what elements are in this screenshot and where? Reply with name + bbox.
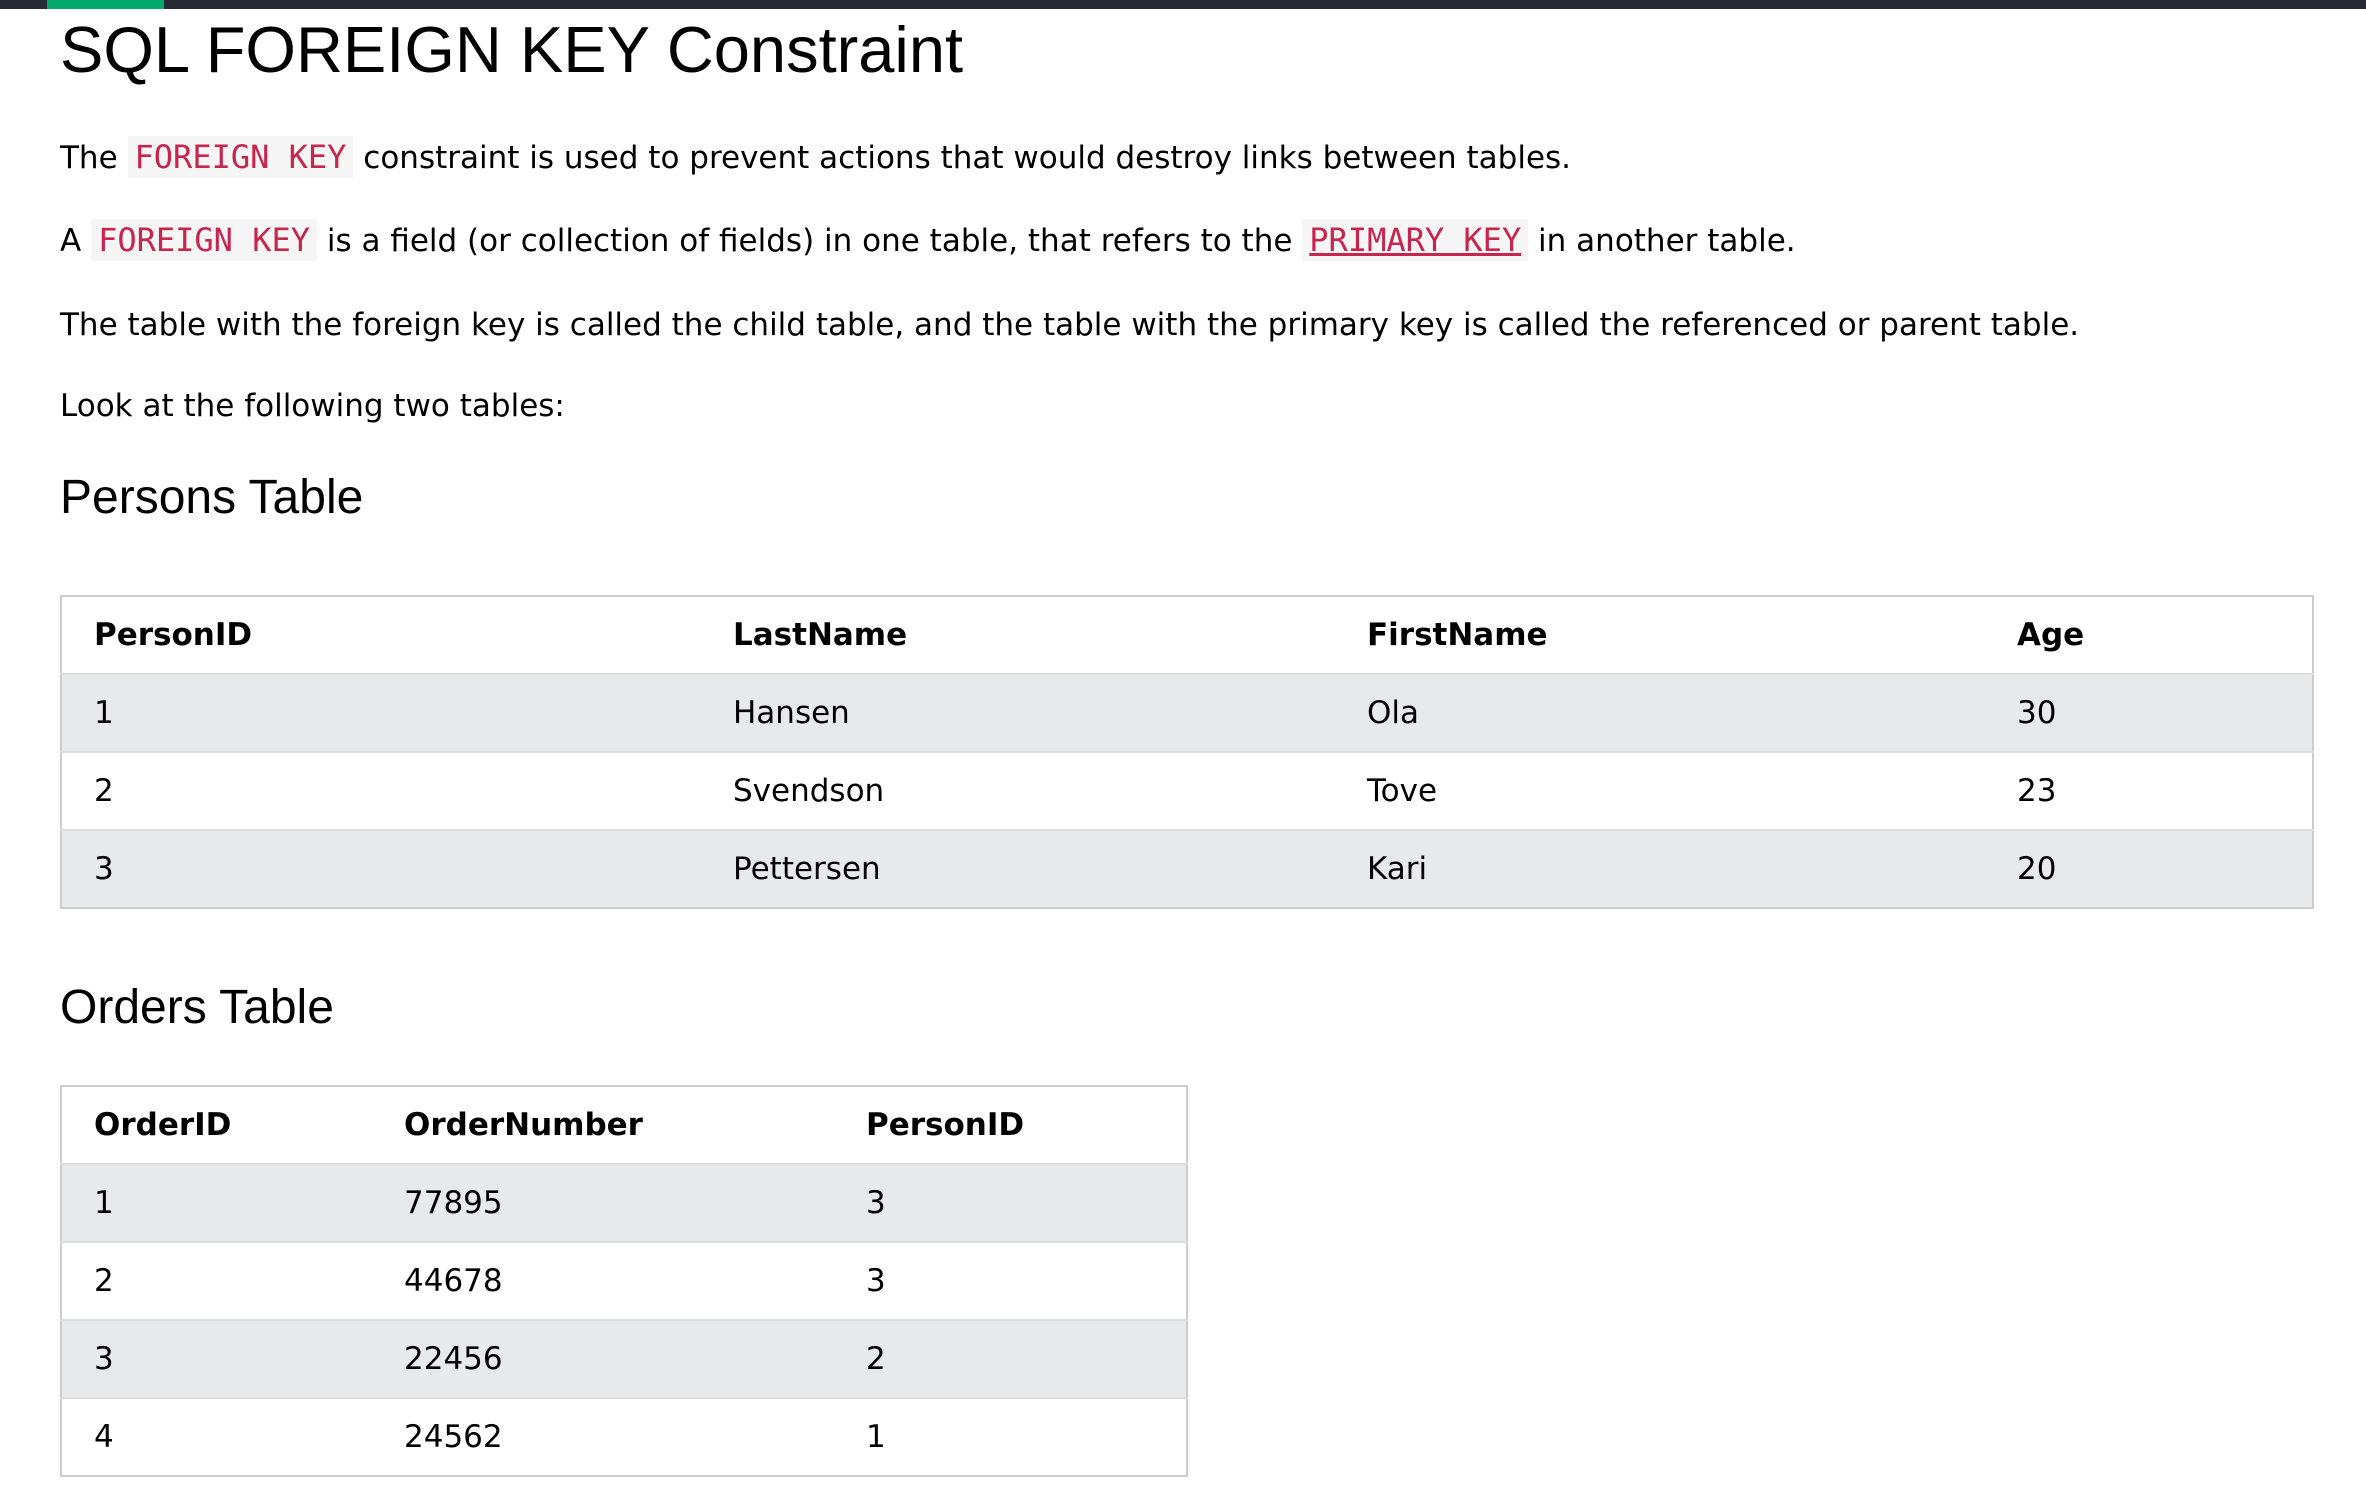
- table-cell: 3: [61, 830, 701, 908]
- table-cell: Svendson: [701, 752, 1335, 831]
- table-cell: 2: [61, 752, 701, 831]
- table-row: 4 24562 1: [61, 1398, 1187, 1476]
- table-cell: 3: [61, 1320, 372, 1399]
- table-cell: 22456: [372, 1320, 834, 1399]
- persons-table-heading: Persons Table: [60, 471, 364, 524]
- column-header: PersonID: [834, 1086, 1187, 1165]
- table-cell: 24562: [372, 1398, 834, 1476]
- table-cell: Kari: [1335, 830, 1985, 908]
- table-cell: Pettersen: [701, 830, 1335, 908]
- primary-key-link[interactable]: PRIMARY KEY: [1302, 219, 1529, 261]
- table-row: 1 77895 3: [61, 1164, 1187, 1243]
- intro-paragraph-2: A FOREIGN KEY is a field (or collection …: [60, 219, 1796, 261]
- column-header: LastName: [701, 596, 1335, 675]
- table-header-row: OrderID OrderNumber PersonID: [61, 1086, 1187, 1165]
- intro-paragraph-3: The table with the foreign key is called…: [60, 307, 2080, 343]
- table-cell: 23: [1985, 752, 2313, 831]
- active-nav-indicator: [47, 0, 164, 9]
- table-cell: 77895: [372, 1164, 834, 1243]
- column-header: OrderID: [61, 1086, 372, 1165]
- column-header: PersonID: [61, 596, 701, 675]
- column-header: Age: [1985, 596, 2313, 675]
- table-cell: 30: [1985, 674, 2313, 753]
- table-cell: 4: [61, 1398, 372, 1476]
- top-navigation-bar: [0, 0, 2366, 9]
- table-cell: Ola: [1335, 674, 1985, 753]
- column-header: OrderNumber: [372, 1086, 834, 1165]
- table-cell: Tove: [1335, 752, 1985, 831]
- table-cell: 3: [834, 1242, 1187, 1321]
- table-cell: 3: [834, 1164, 1187, 1243]
- table-row: 2 Svendson Tove 23: [61, 752, 2313, 831]
- table-cell: 1: [61, 1164, 372, 1243]
- orders-table: OrderID OrderNumber PersonID 1 77895 3 2…: [60, 1085, 1188, 1477]
- table-cell: 44678: [372, 1242, 834, 1321]
- table-cell: Hansen: [701, 674, 1335, 753]
- table-cell: 1: [61, 674, 701, 753]
- table-header-row: PersonID LastName FirstName Age: [61, 596, 2313, 675]
- intro-paragraph-1: The FOREIGN KEY constraint is used to pr…: [60, 136, 1572, 178]
- table-row: 3 22456 2: [61, 1320, 1187, 1399]
- table-cell: 1: [834, 1398, 1187, 1476]
- table-cell: 2: [61, 1242, 372, 1321]
- foreign-key-code: FOREIGN KEY: [127, 136, 354, 178]
- intro-paragraph-4: Look at the following two tables:: [60, 388, 565, 424]
- orders-table-heading: Orders Table: [60, 981, 334, 1034]
- page-title: SQL FOREIGN KEY Constraint: [60, 13, 964, 86]
- table-cell: 2: [834, 1320, 1187, 1399]
- table-cell: 20: [1985, 830, 2313, 908]
- table-row: 2 44678 3: [61, 1242, 1187, 1321]
- table-row: 3 Pettersen Kari 20: [61, 830, 2313, 908]
- table-row: 1 Hansen Ola 30: [61, 674, 2313, 753]
- persons-table: PersonID LastName FirstName Age 1 Hansen…: [60, 595, 2314, 909]
- foreign-key-code: FOREIGN KEY: [91, 219, 317, 261]
- column-header: FirstName: [1335, 596, 1985, 675]
